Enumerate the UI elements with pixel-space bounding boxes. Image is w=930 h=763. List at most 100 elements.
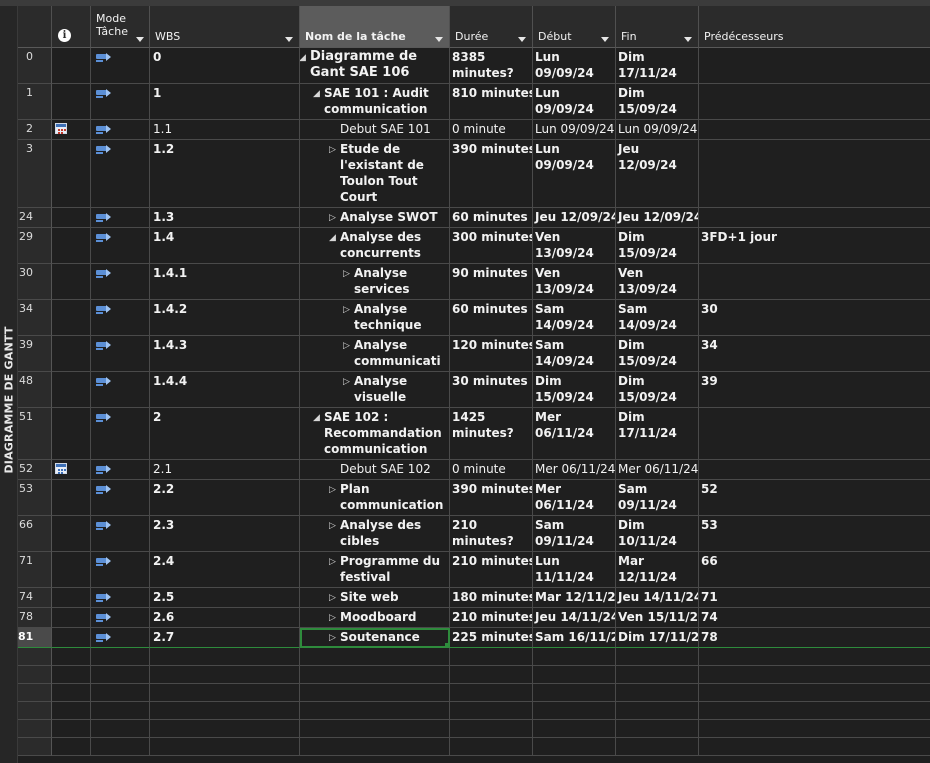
task-name-cell[interactable]: ▷ Programme du festival [300,552,450,588]
start-cell[interactable]: Ven 13/09/24 [533,228,616,264]
empty-cell[interactable] [699,648,930,666]
wbs-cell[interactable]: 1.2 [150,140,300,208]
task-mode-cell[interactable] [91,588,150,608]
task-mode-cell[interactable] [91,84,150,120]
empty-cell[interactable] [699,738,930,756]
view-bar[interactable]: DIAGRAMME DE GANTT [0,6,18,763]
empty-cell[interactable] [150,702,300,720]
empty-cell[interactable] [52,702,91,720]
empty-cell[interactable] [52,666,91,684]
empty-cell[interactable] [52,648,91,666]
predecessors-cell[interactable] [699,120,930,140]
row-id[interactable]: 51 [18,408,52,460]
end-cell[interactable]: Dim 15/09/24 [616,336,699,372]
empty-cell[interactable] [150,666,300,684]
empty-cell[interactable] [300,666,450,684]
start-cell[interactable]: Dim 15/09/24 [533,372,616,408]
row-id[interactable]: 48 [18,372,52,408]
row-id[interactable]: 53 [18,480,52,516]
duration-cell[interactable]: 30 minutes [450,372,533,408]
expand-triangle-icon[interactable]: ▷ [329,590,336,606]
empty-cell[interactable] [699,684,930,702]
collapse-triangle-icon[interactable]: ◢ [313,410,320,426]
wbs-cell[interactable]: 2.2 [150,480,300,516]
column-header-duration[interactable]: Durée [450,6,533,48]
table-row[interactable]: 34 1.4.2 ▷ Analyse technique 60 minutes Sam 14/… [18,300,930,336]
wbs-cell[interactable]: 2.1 [150,460,300,480]
end-cell[interactable]: Mar 12/11/24 [616,552,699,588]
empty-cell[interactable] [18,684,52,702]
task-mode-cell[interactable] [91,460,150,480]
end-cell[interactable]: Jeu 12/09/24 [616,208,699,228]
predecessors-cell[interactable] [699,84,930,120]
chevron-down-icon[interactable] [435,37,443,42]
end-cell[interactable]: Ven 15/11/24 [616,608,699,628]
column-header-task-mode[interactable]: Mode Tâche [91,6,150,48]
row-id[interactable]: 1 [18,84,52,120]
column-header-wbs[interactable]: WBS [150,6,300,48]
start-cell[interactable]: Ven 13/09/24 [533,264,616,300]
task-mode-cell[interactable] [91,608,150,628]
end-cell[interactable]: Dim 17/11/24 [616,408,699,460]
start-cell[interactable]: Lun 09/09/24 [533,48,616,84]
empty-cell[interactable] [300,720,450,738]
task-mode-cell[interactable] [91,372,150,408]
chevron-down-icon[interactable] [601,37,609,42]
empty-cell[interactable] [616,702,699,720]
empty-cell[interactable] [150,684,300,702]
empty-cell[interactable] [533,648,616,666]
predecessors-cell[interactable]: 39 [699,372,930,408]
expand-triangle-icon[interactable]: ▷ [343,302,350,318]
empty-cell[interactable] [18,702,52,720]
duration-cell[interactable]: 90 minutes [450,264,533,300]
row-id[interactable]: 30 [18,264,52,300]
start-cell[interactable]: Jeu 14/11/24 [533,608,616,628]
end-cell[interactable]: Dim 15/09/24 [616,228,699,264]
empty-cell[interactable] [533,666,616,684]
row-id[interactable]: 78 [18,608,52,628]
task-mode-cell[interactable] [91,628,150,648]
column-header-start[interactable]: Début [533,6,616,48]
task-name-cell[interactable]: ▷ Etude de l'existant de Toulon Tout Court [300,140,450,208]
empty-cell[interactable] [18,666,52,684]
task-mode-cell[interactable] [91,120,150,140]
column-header-predecessors[interactable]: Prédécesseurs [699,6,930,48]
empty-cell[interactable] [450,702,533,720]
empty-row[interactable] [18,648,930,666]
task-mode-cell[interactable] [91,408,150,460]
end-cell[interactable]: Lun 09/09/24 [616,120,699,140]
predecessors-cell[interactable] [699,264,930,300]
start-cell[interactable]: Lun 11/11/24 [533,552,616,588]
task-name-cell[interactable]: ▷ Plan communication [300,480,450,516]
table-row[interactable]: 00◢Diagramme deGant SAE 1068385minutes?L… [18,48,930,84]
table-row[interactable]: 78 2.6 ▷ Moodboard 210 minutes Jeu 14/11/24 Ve… [18,608,930,628]
row-id[interactable]: 34 [18,300,52,336]
wbs-cell[interactable]: 2.5 [150,588,300,608]
task-mode-cell[interactable] [91,480,150,516]
task-name-cell[interactable]: Debut SAE 101 [300,120,450,140]
row-id[interactable]: 29 [18,228,52,264]
empty-cell[interactable] [300,684,450,702]
task-mode-cell[interactable] [91,140,150,208]
end-cell[interactable]: Ven 13/09/24 [616,264,699,300]
empty-row[interactable] [18,702,930,720]
end-cell[interactable]: Jeu 14/11/24 [616,588,699,608]
row-id[interactable]: 24 [18,208,52,228]
duration-cell[interactable]: 210 minutes? [450,516,533,552]
predecessors-cell[interactable] [699,208,930,228]
duration-cell[interactable]: 180 minutes [450,588,533,608]
end-cell[interactable]: Mer 06/11/24 [616,460,699,480]
task-mode-cell[interactable] [91,300,150,336]
expand-triangle-icon[interactable]: ▷ [329,482,336,498]
expand-triangle-icon[interactable]: ▷ [329,210,336,226]
wbs-cell[interactable]: 1.3 [150,208,300,228]
duration-cell[interactable]: 1425 minutes? [450,408,533,460]
table-row[interactable]: 24 1.3 ▷ Analyse SWOT 60 minutes Jeu 12/09/24… [18,208,930,228]
predecessors-cell[interactable]: 71 [699,588,930,608]
empty-cell[interactable] [91,684,150,702]
empty-cell[interactable] [616,684,699,702]
chevron-down-icon[interactable] [684,37,692,42]
end-cell[interactable]: Dim 10/11/24 [616,516,699,552]
task-name-cell[interactable]: ▷ Moodboard [300,608,450,628]
duration-cell[interactable]: 120 minutes [450,336,533,372]
